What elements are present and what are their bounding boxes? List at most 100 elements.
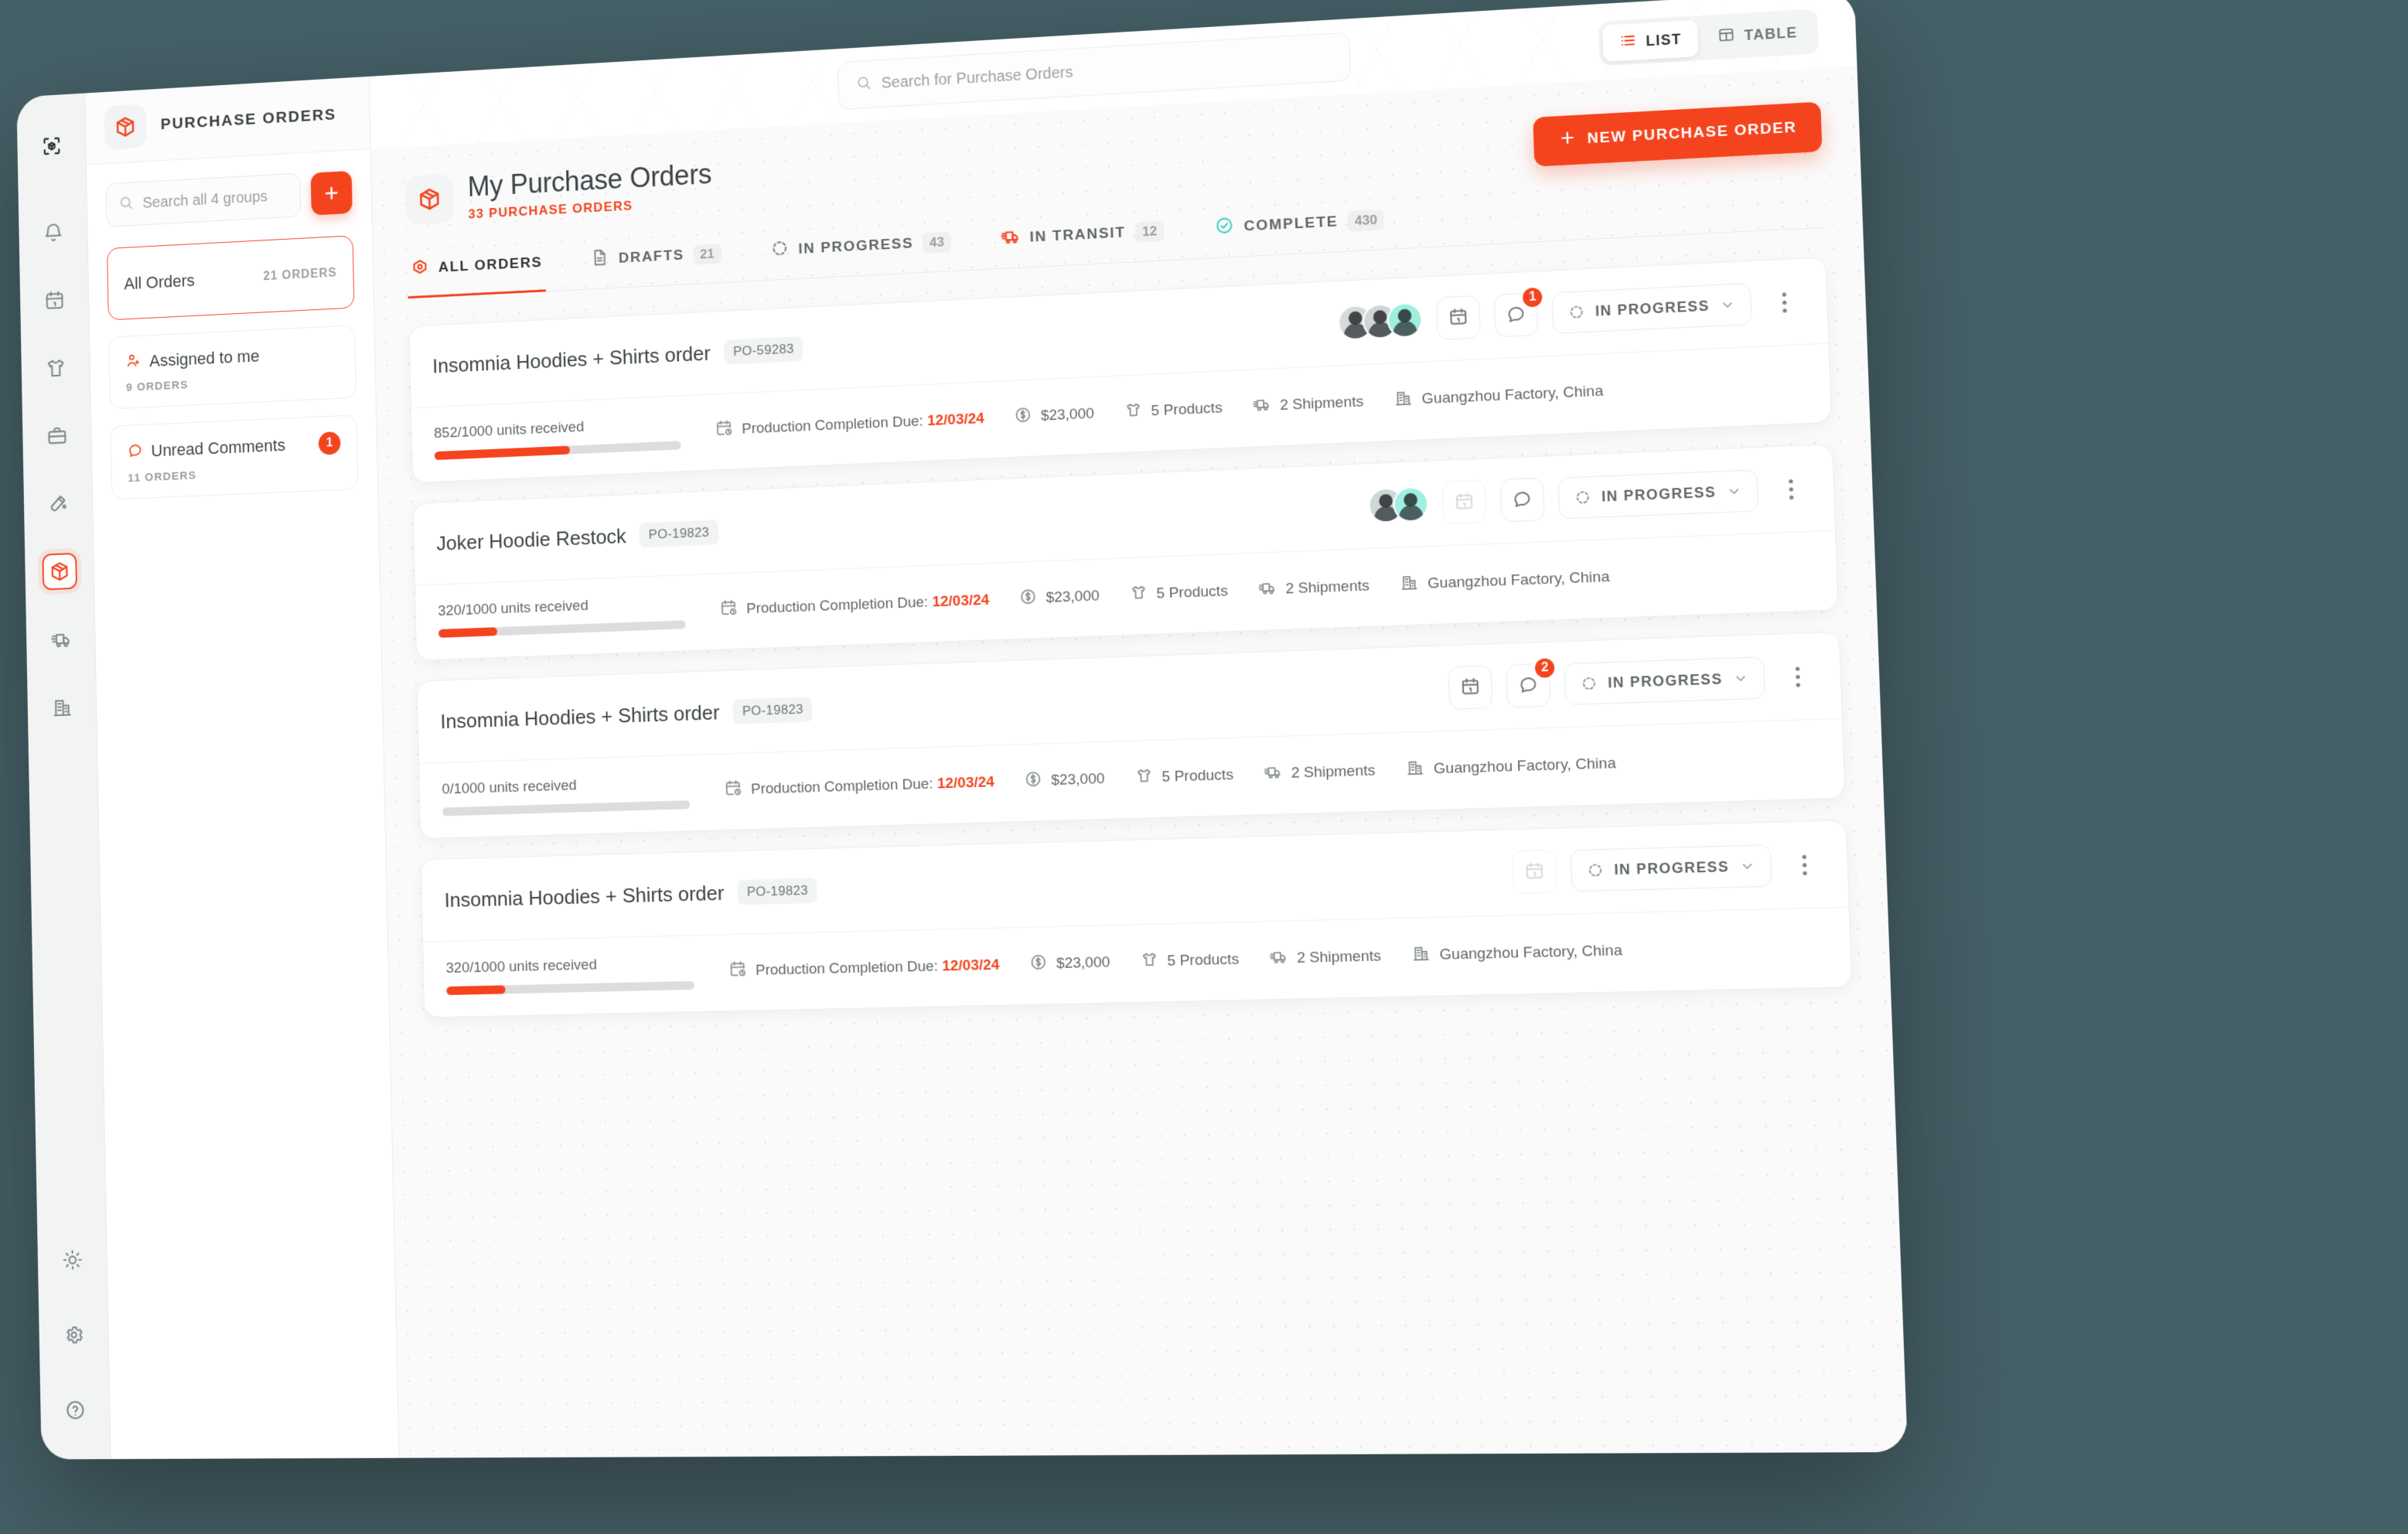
check-circle-icon [1214,215,1235,240]
sidebar-group-unread-comments[interactable]: Unread Comments 1 11 ORDERS [110,414,359,500]
order-menu-button[interactable] [1779,656,1816,697]
status-dropdown[interactable]: IN PROGRESS [1557,469,1759,520]
calendar-button[interactable] [1436,295,1481,340]
tab-all-orders[interactable]: ALL ORDERS [407,250,547,299]
meta-amount: $23,000 [1024,768,1105,793]
order-progress: 320/1000 units received [445,954,695,996]
tshirt-icon[interactable] [38,349,73,387]
add-group-button[interactable] [310,170,353,216]
status-dropdown[interactable]: IN PROGRESS [1570,844,1772,892]
comment-icon [1512,488,1533,512]
app-logo-icon[interactable] [34,127,69,165]
meta-products: 5 Products [1124,397,1223,424]
group-subcount: 11 ORDERS [128,469,197,485]
meta-products-text: 5 Products [1167,950,1240,970]
groups-search-row [105,170,353,227]
meta-due-text: Production Completion Due: 12/03/24 [745,591,990,617]
tab-in-progress[interactable]: IN PROGRESS 43 [766,230,955,281]
order-title: Insomnia Hoodies + Shirts order [440,700,720,733]
tab-count: 21 [693,243,721,265]
meta-shipments-text: 2 Shipments [1296,947,1382,966]
view-toggle-table-label: TABLE [1744,24,1798,43]
group-left: Assigned to me [125,346,260,373]
tab-label: ALL ORDERS [438,254,543,276]
order-progress-label: 852/1000 units received [433,418,585,442]
briefcase-icon[interactable] [39,417,74,455]
gear-icon[interactable] [56,1317,91,1354]
tshirt-icon [1124,401,1143,424]
comments-button[interactable] [1499,477,1545,523]
order-title: Insomnia Hoodies + Shirts order [431,341,711,377]
view-toggle-table[interactable]: TABLE [1700,13,1814,56]
meta-due-date: Production Completion Due: 12/03/24 [728,953,1000,982]
order-menu-button[interactable] [1772,469,1810,510]
list-icon [1618,31,1637,53]
dollar-icon [1028,953,1048,976]
order-card[interactable]: Insomnia Hoodies + Shirts order PO-19823 I… [420,820,1853,1018]
table-icon [1717,26,1735,48]
order-po-number: PO-19823 [639,520,719,548]
package-icon[interactable] [41,552,77,591]
meta-due-value: 12/03/24 [936,773,995,793]
status-dropdown[interactable]: IN PROGRESS [1551,282,1752,334]
tab-label: IN PROGRESS [798,234,914,257]
order-identity: Insomnia Hoodies + Shirts order PO-19823 [444,878,818,912]
tab-count: 12 [1134,220,1165,243]
test-tube-icon[interactable] [40,485,75,523]
calendar-icon[interactable] [36,281,71,319]
comments-button[interactable]: 2 [1506,656,1557,708]
global-search-input[interactable] [881,48,1333,93]
help-circle-icon[interactable] [57,1392,93,1429]
truck-icon [1000,226,1021,251]
groups-search-input[interactable] [142,186,289,213]
bell-icon[interactable] [36,214,70,252]
groups-search-box[interactable] [105,172,302,227]
meta-shipments: 2 Shipments [1263,759,1376,786]
comments-button[interactable]: 1 [1493,285,1544,338]
meta-products: 5 Products [1140,948,1240,973]
new-purchase-order-button[interactable]: NEW PURCHASE ORDER [1532,101,1823,167]
group-label: Unread Comments [151,435,286,461]
order-progress-track [446,980,695,996]
tab-in-transit[interactable]: IN TRANSIT 12 [997,218,1168,269]
meta-factory-text: Guangzhou Factory, China [1421,382,1604,407]
calendar-button[interactable] [1448,665,1493,710]
tab-complete[interactable]: COMPLETE 430 [1211,207,1389,259]
order-card[interactable]: Insomnia Hoodies + Shirts order PO-19823 2… [416,631,1846,840]
sidebar-group-all-orders[interactable]: All Orders 21 ORDERS [107,235,355,321]
dollar-icon [1024,769,1043,793]
group-row: All Orders 21 ORDERS [124,264,337,294]
tab-label: COMPLETE [1243,213,1339,235]
order-card[interactable]: Insomnia Hoodies + Shirts order PO-59283 1… [408,257,1833,483]
calendar-button[interactable] [1512,849,1557,895]
app-stage: PURCHASE ORDERS Search all 4 groups All … [0,0,2408,1534]
calendar-icon [1523,860,1545,884]
assignee-avatars[interactable] [1337,302,1424,341]
order-menu-button[interactable] [1765,282,1803,322]
app-window: PURCHASE ORDERS Search all 4 groups All … [16,0,1908,1460]
truck-icon [1269,947,1289,970]
package-brand-icon [104,103,147,150]
sun-icon[interactable] [54,1242,90,1279]
order-card[interactable]: Joker Hoodie Restock PO-19823 IN PROGRESS 3… [412,443,1839,661]
sidebar-group-assigned-to-me[interactable]: Assigned to me 9 ORDERS [108,325,356,410]
meta-due-value: 12/03/24 [926,410,985,429]
order-menu-button[interactable] [1786,845,1823,885]
assignee-avatars[interactable] [1368,486,1429,524]
status-dropdown[interactable]: IN PROGRESS [1564,656,1765,705]
main-area: LIST TABLE [369,0,1908,1458]
building-icon[interactable] [44,689,80,727]
view-toggle-list[interactable]: LIST [1602,19,1699,62]
tab-drafts[interactable]: DRAFTS 21 [587,241,725,290]
order-meta: Production Completion Due: 12/03/24 $23,0… [724,752,1616,801]
avatar [1393,486,1429,523]
search-icon [855,73,872,95]
page-header-left: My Purchase Orders 33 PURCHASE ORDERS [405,158,712,226]
chevron-down-icon [1732,670,1749,687]
meta-factory: Guangzhou Factory, China [1400,565,1610,596]
calendar-button[interactable] [1441,479,1487,525]
content-area: My Purchase Orders 33 PURCHASE ORDERS NE… [370,66,1908,1458]
meta-due-text: Production Completion Due: 12/03/24 [755,956,1000,979]
group-label: Assigned to me [148,346,260,371]
truck-icon[interactable] [43,621,79,659]
